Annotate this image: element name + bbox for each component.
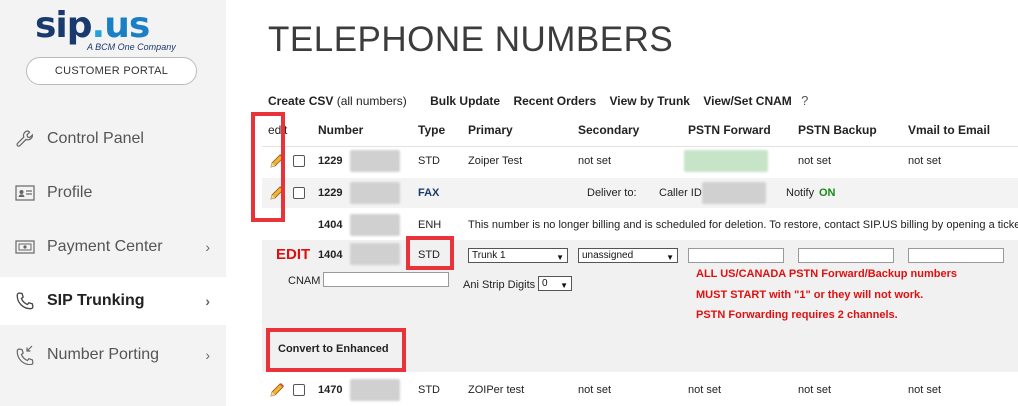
- secondary-select[interactable]: unassigned ▼: [578, 248, 678, 263]
- cnam-label: CNAM: [288, 275, 321, 287]
- row-vmail: not set: [908, 384, 942, 396]
- row-primary: ZOIPer test: [468, 384, 525, 396]
- bulk-update-link[interactable]: Bulk Update: [430, 94, 500, 108]
- warning-line: ALL US/CANADA PSTN Forward/Backup number…: [696, 268, 957, 280]
- row-type: STD: [418, 155, 440, 167]
- ani-strip-select[interactable]: 0 ▼: [538, 276, 572, 291]
- secondary-select-value: unassigned: [582, 250, 634, 261]
- row-number: 1470: [318, 384, 343, 396]
- deliver-to-label: Deliver to:: [587, 187, 637, 199]
- row-number: 1404: [318, 219, 343, 231]
- view-by-trunk-link[interactable]: View by Trunk: [610, 94, 690, 108]
- phone-icon: [14, 290, 36, 312]
- primary-select[interactable]: Trunk 1 ▼: [468, 248, 568, 263]
- highlight-type-std: [406, 236, 454, 270]
- row-type: ENH: [418, 219, 442, 231]
- primary-select-value: Trunk 1: [472, 250, 506, 261]
- help-icon[interactable]: ?: [801, 93, 808, 108]
- redacted-number: [350, 379, 400, 401]
- sidebar-item-profile[interactable]: Profile: [0, 169, 226, 217]
- col-secondary[interactable]: Secondary: [578, 123, 639, 137]
- recent-orders-link[interactable]: Recent Orders: [513, 94, 596, 108]
- row-number: 1229: [318, 155, 343, 167]
- redacted-number: [350, 182, 400, 204]
- view-set-cnam-link[interactable]: View/Set CNAM: [703, 94, 791, 108]
- redacted-pstn-forward: [684, 150, 768, 172]
- action-links: Create CSV (all numbers) Bulk Update Rec…: [268, 93, 818, 108]
- chevron-right-icon: ›: [205, 293, 210, 309]
- sidebar: sip.us A BCM One Company CUSTOMER PORTAL…: [0, 0, 226, 406]
- pencil-icon[interactable]: [268, 381, 286, 399]
- row-number: 1229: [318, 187, 343, 199]
- sidebar-item-sip-trunking[interactable]: SIP Trunking ›: [0, 277, 226, 325]
- notify-status[interactable]: ON: [819, 187, 836, 199]
- deletion-notice: This number is no longer billing and is …: [468, 219, 1018, 231]
- pstn-backup-input[interactable]: [798, 248, 894, 263]
- id-card-icon: [14, 182, 36, 204]
- create-csv-link[interactable]: Create CSV (all numbers): [268, 94, 417, 108]
- row-checkbox[interactable]: [293, 187, 305, 199]
- vmail-input[interactable]: [908, 248, 1004, 263]
- cnam-input[interactable]: [323, 272, 449, 287]
- row-pstn-forward: not set: [688, 384, 722, 396]
- sidebar-item-payment-center[interactable]: Payment Center ›: [0, 223, 226, 271]
- redacted-number: [350, 214, 400, 236]
- customer-portal-button[interactable]: CUSTOMER PORTAL: [26, 57, 197, 85]
- notify-label: Notify: [786, 187, 815, 199]
- ani-strip-label: Ani Strip Digits: [463, 279, 536, 291]
- chevron-right-icon: ›: [205, 239, 210, 255]
- row-pstn-backup: not set: [798, 384, 832, 396]
- redacted-caller-id: [702, 182, 766, 204]
- sidebar-item-label: Profile: [47, 184, 93, 201]
- highlight-convert-button: [266, 328, 406, 372]
- row-type: STD: [418, 384, 440, 396]
- edit-number: 1404: [318, 249, 343, 261]
- sidebar-item-label: Control Panel: [47, 130, 144, 147]
- col-pstn-backup[interactable]: PSTN Backup: [798, 123, 877, 137]
- sidebar-item-label: SIP Trunking: [47, 292, 145, 309]
- payment-icon: [14, 236, 36, 258]
- divider: [262, 146, 1018, 147]
- sidebar-item-number-porting[interactable]: Number Porting ›: [0, 331, 226, 379]
- warning-line: PSTN Forwarding requires 2 channels.: [696, 309, 898, 321]
- row-checkbox[interactable]: [293, 384, 305, 396]
- col-primary[interactable]: Primary: [468, 123, 513, 137]
- page-title: TELEPHONE NUMBERS: [268, 20, 674, 59]
- sidebar-item-control-panel[interactable]: Control Panel: [0, 115, 226, 163]
- col-type[interactable]: Type: [418, 123, 445, 137]
- chevron-down-icon: ▼: [556, 253, 564, 262]
- pstn-forward-input[interactable]: [688, 248, 784, 263]
- wrench-icon: [14, 128, 36, 150]
- sidebar-item-label: Number Porting: [47, 346, 160, 363]
- col-pstn-forward[interactable]: PSTN Forward: [688, 123, 771, 137]
- row-primary: Zoiper Test: [468, 155, 523, 167]
- row-vmail: not set: [908, 155, 942, 167]
- ani-strip-value: 0: [542, 278, 548, 289]
- caller-id-label: Caller ID: [659, 187, 702, 199]
- sidebar-item-label: Payment Center: [47, 238, 163, 255]
- phone-incoming-icon: [14, 344, 36, 366]
- chevron-down-icon: ▼: [666, 253, 674, 262]
- logo-tagline: A BCM One Company: [87, 42, 176, 52]
- sipus-logo[interactable]: sip.us A BCM One Company: [35, 8, 195, 56]
- logo-brand: sip.us: [35, 5, 150, 46]
- row-secondary: not set: [578, 155, 612, 167]
- row-type: FAX: [418, 187, 440, 199]
- chevron-right-icon: ›: [205, 347, 210, 363]
- create-csv-note: (all numbers): [336, 94, 407, 108]
- chevron-down-icon: ▼: [560, 281, 568, 290]
- warning-line: MUST START with "1" or they will not wor…: [696, 289, 924, 301]
- row-secondary: not set: [578, 384, 612, 396]
- edit-label: EDIT: [276, 246, 311, 263]
- redacted-number: [350, 150, 400, 172]
- col-vmail[interactable]: Vmail to Email: [908, 123, 990, 137]
- redacted-number: [350, 243, 400, 265]
- highlight-edit-column: [251, 112, 285, 222]
- col-number[interactable]: Number: [318, 123, 363, 137]
- row-checkbox[interactable]: [293, 155, 305, 167]
- row-pstn-backup: not set: [798, 155, 832, 167]
